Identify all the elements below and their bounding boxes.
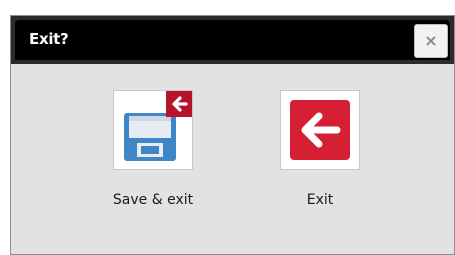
dialog-body: Save & exit Exit: [11, 64, 454, 254]
save-and-exit-button[interactable]: Save & exit: [93, 90, 213, 208]
exit-label: Exit: [306, 192, 334, 208]
save-and-exit-icon: [124, 91, 192, 161]
exit-tile[interactable]: [280, 90, 360, 170]
dialog-titlebar-inner: Exit? ×: [15, 20, 450, 60]
save-and-exit-tile[interactable]: [113, 90, 193, 170]
exit-dialog: Exit? × Save & exit Exit: [10, 15, 455, 255]
dialog-title: Exit?: [29, 30, 69, 48]
close-icon: ×: [424, 31, 438, 50]
exit-button[interactable]: Exit: [260, 90, 380, 208]
exit-arrow-icon: [290, 100, 350, 160]
dialog-titlebar: Exit? ×: [11, 16, 454, 64]
save-and-exit-label: Save & exit: [112, 192, 194, 208]
close-button[interactable]: ×: [414, 24, 448, 58]
